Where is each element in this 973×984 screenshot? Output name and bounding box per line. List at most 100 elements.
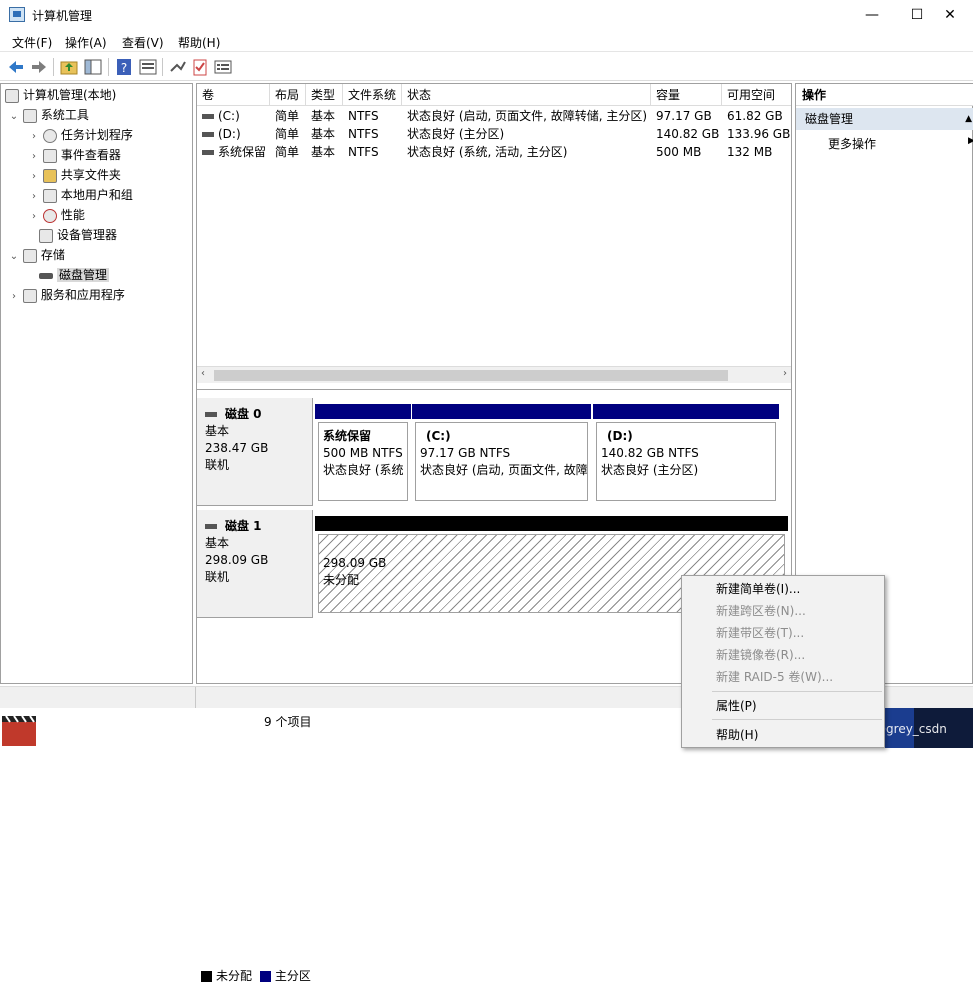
context-menu: 新建简单卷(I)... 新建跨区卷(N)... 新建带区卷(T)... 新建镜像… — [681, 575, 885, 748]
tree-item-device-manager[interactable]: 设备管理器 — [39, 226, 117, 245]
menu-separator — [712, 719, 882, 720]
disk-0-info[interactable]: 磁盘 0 基本 238.47 GB 联机 — [197, 398, 313, 506]
menu-item-new-mirrored-volume[interactable]: 新建镜像卷(R)... — [682, 644, 884, 666]
legend: 未分配 主分区 — [201, 968, 311, 984]
filesystem-cell: NTFS — [348, 109, 379, 123]
scrollbar-thumb[interactable] — [214, 370, 728, 381]
checklist-icon[interactable] — [190, 57, 210, 77]
partition-c[interactable]: (C:) 97.17 GB NTFS 状态良好 (启动, 页面文件, 故障 — [412, 404, 591, 504]
disk-status: 联机 — [205, 458, 230, 472]
partition-body: (D:) 140.82 GB NTFS 状态良好 (主分区) — [596, 422, 776, 501]
taskbar-app-area[interactable] — [0, 708, 248, 748]
tree-item-event-viewer[interactable]: › 事件查看器 — [29, 146, 121, 165]
column-header-filesystem[interactable]: 文件系统 — [343, 84, 402, 106]
chevron-down-icon[interactable]: ⌄ — [9, 107, 19, 126]
column-header-status[interactable]: 状态 — [402, 84, 651, 106]
menu-view[interactable]: 查看(V) — [122, 34, 164, 51]
chevron-right-icon[interactable]: › — [9, 287, 19, 306]
tree-item-system-tools[interactable]: ⌄ 系统工具 — [9, 106, 89, 125]
tree-item-performance[interactable]: › 性能 — [29, 206, 85, 225]
menu-item-new-raid5-volume[interactable]: 新建 RAID-5 卷(W)... — [682, 666, 884, 688]
tree-item-disk-management[interactable]: 磁盘管理 — [39, 266, 110, 285]
partition-d[interactable]: (D:) 140.82 GB NTFS 状态良好 (主分区) — [593, 404, 779, 504]
help-icon[interactable]: ? — [114, 57, 134, 77]
chevron-right-icon[interactable]: › — [29, 207, 39, 226]
tree-item-local-users[interactable]: › 本地用户和组 — [29, 186, 133, 205]
menu-file[interactable]: 文件(F) — [12, 34, 52, 51]
drive-icon — [202, 150, 214, 155]
close-button[interactable]: ✕ — [927, 0, 973, 30]
computer-management-icon — [9, 7, 25, 22]
menu-item-new-striped-volume[interactable]: 新建带区卷(T)... — [682, 622, 884, 644]
volume-row[interactable]: (D:) 简单 基本 NTFS 状态良好 (主分区) 140.82 GB 133… — [197, 125, 791, 143]
minimize-button[interactable]: — — [849, 0, 895, 30]
tree-item-storage[interactable]: ⌄ 存储 — [9, 246, 65, 265]
volume-name-cell: (C:) — [197, 107, 240, 125]
primary-partition-bar — [412, 404, 591, 419]
settings-list-icon[interactable] — [213, 57, 233, 77]
partition-system-reserved[interactable]: 系统保留 500 MB NTFS 状态良好 (系统 — [315, 404, 411, 504]
forward-icon[interactable] — [29, 57, 49, 77]
chevron-right-icon[interactable]: › — [29, 127, 39, 146]
column-header-volume[interactable]: 卷 — [197, 84, 270, 106]
tree-item-services[interactable]: › 服务和应用程序 — [9, 286, 125, 305]
actions-section-disk-management[interactable]: 磁盘管理 ▲ — [796, 108, 973, 130]
disk-name: 磁盘 0 — [205, 406, 312, 423]
collapse-icon[interactable]: ▲ — [965, 108, 972, 130]
properties-view-icon[interactable] — [138, 57, 158, 77]
type-cell: 基本 — [311, 109, 336, 123]
chevron-down-icon[interactable]: ⌄ — [9, 247, 19, 266]
item-count: 9 个项目 — [264, 715, 312, 729]
menu-item-help[interactable]: 帮助(H) — [682, 724, 884, 746]
menu-action[interactable]: 操作(A) — [65, 34, 107, 51]
volume-row[interactable]: 系统保留 简单 基本 NTFS 状态良好 (系统, 活动, 主分区) 500 M… — [197, 143, 791, 161]
partition-status: 状态良好 (启动, 页面文件, 故障 — [420, 463, 588, 477]
back-icon[interactable] — [6, 57, 26, 77]
event-viewer-icon — [42, 148, 57, 163]
media-app-icon[interactable] — [0, 708, 40, 748]
partition-status: 状态良好 (系统 — [323, 463, 404, 477]
disk-status: 联机 — [205, 570, 230, 584]
more-actions[interactable]: 更多操作 — [828, 134, 876, 154]
horizontal-scrollbar[interactable]: ‹ › — [197, 366, 791, 383]
chevron-right-icon[interactable]: › — [29, 187, 39, 206]
partition-size: 97.17 GB NTFS — [420, 446, 511, 460]
chevron-right-icon[interactable]: › — [29, 167, 39, 186]
partition-size: 140.82 GB NTFS — [601, 446, 699, 460]
menu-item-new-simple-volume[interactable]: 新建简单卷(I)... — [682, 578, 884, 600]
type-cell: 基本 — [311, 127, 336, 141]
chevron-right-icon[interactable]: › — [29, 147, 39, 166]
users-icon — [42, 188, 57, 203]
disk-1-info[interactable]: 磁盘 1 基本 298.09 GB 联机 — [197, 510, 313, 618]
tree-root[interactable]: 计算机管理(本地) — [5, 86, 116, 105]
column-header-type[interactable]: 类型 — [306, 84, 343, 106]
menu-help[interactable]: 帮助(H) — [178, 34, 220, 51]
menu-item-properties[interactable]: 属性(P) — [682, 695, 884, 717]
connect-icon[interactable] — [168, 57, 188, 77]
column-header-capacity[interactable]: 容量 — [651, 84, 722, 106]
free-space-cell: 61.82 GB — [727, 109, 783, 123]
up-folder-icon[interactable] — [59, 57, 79, 77]
status-segment — [0, 687, 196, 709]
legend-swatch-unallocated — [201, 971, 212, 982]
shared-folder-icon — [42, 168, 57, 183]
tree-item-task-scheduler[interactable]: › 任务计划程序 — [29, 126, 133, 145]
column-header-layout[interactable]: 布局 — [270, 84, 306, 106]
disk-size: 298.09 GB — [205, 553, 269, 567]
clock-icon — [42, 128, 57, 143]
partition-title: 系统保留 — [323, 429, 372, 443]
legend-primary: 主分区 — [274, 969, 311, 983]
show-hide-tree-icon[interactable] — [83, 57, 103, 77]
menu-item-new-spanned-volume[interactable]: 新建跨区卷(N)... — [682, 600, 884, 622]
scroll-left-icon[interactable]: ‹ — [201, 368, 205, 379]
submenu-arrow-icon[interactable]: ▶ — [968, 136, 973, 146]
tree-item-shared-folders[interactable]: › 共享文件夹 — [29, 166, 121, 185]
device-manager-icon — [39, 228, 53, 243]
storage-icon — [22, 248, 37, 263]
column-header-free-space[interactable]: 可用空间 — [722, 84, 791, 106]
partition-title: (D:) — [607, 429, 633, 443]
volume-row[interactable]: (C:) 简单 基本 NTFS 状态良好 (启动, 页面文件, 故障转储, 主分… — [197, 107, 791, 125]
unallocated-bar — [315, 516, 788, 531]
scroll-right-icon[interactable]: › — [783, 368, 787, 379]
legend-unallocated: 未分配 — [216, 969, 253, 983]
